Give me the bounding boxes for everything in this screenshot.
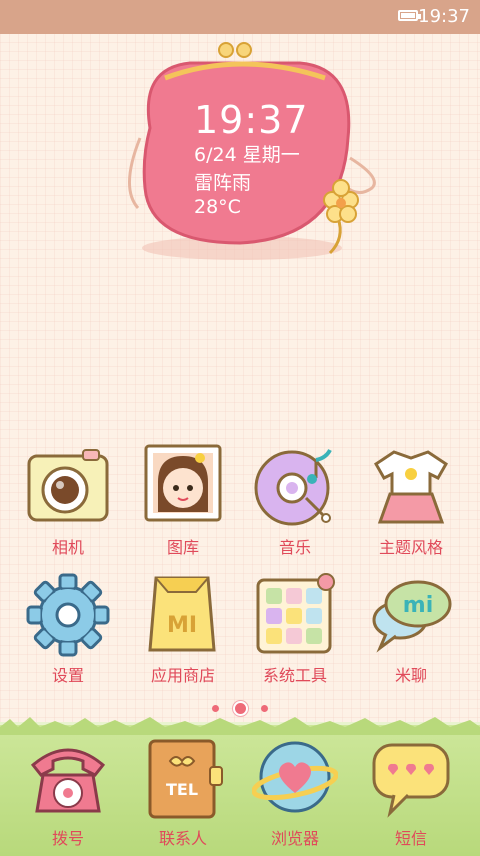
- dock-messages[interactable]: 短信: [356, 735, 466, 849]
- dock-label: 浏览器: [270, 829, 319, 848]
- system-tools-icon: [250, 570, 340, 660]
- browser-icon: [251, 735, 339, 821]
- page-indicator[interactable]: [0, 698, 480, 716]
- dock: 拨号 TEL 联系人 浏览器 短信: [0, 717, 480, 856]
- dock-browser[interactable]: 浏览器: [240, 735, 350, 849]
- page-dot[interactable]: [260, 705, 268, 712]
- clock-temperature: 28°C: [194, 196, 241, 218]
- app-miliao[interactable]: mi 米聊: [356, 570, 466, 686]
- app-label: 主题风格: [378, 538, 443, 557]
- app-store-bag-icon: MI: [138, 570, 228, 660]
- status-bar: 19:37: [0, 0, 480, 34]
- app-label: 设置: [51, 666, 84, 685]
- app-music[interactable]: 音乐: [240, 442, 350, 558]
- battery-icon: [398, 10, 421, 21]
- music-icon: [250, 442, 340, 532]
- page-dot-active[interactable]: [232, 701, 248, 716]
- dock-label: 联系人: [158, 829, 207, 848]
- app-label: 系统工具: [262, 666, 327, 685]
- app-label: 相机: [51, 538, 84, 557]
- gallery-icon: [138, 442, 228, 532]
- phone-icon: [25, 735, 111, 821]
- contacts-icon: TEL: [140, 735, 226, 821]
- store-logo-text: MI: [167, 613, 197, 638]
- dock-phone[interactable]: 拨号: [13, 735, 123, 849]
- camera-icon: [23, 442, 113, 532]
- app-label: 音乐: [278, 538, 311, 557]
- dock-label: 拨号: [51, 829, 84, 848]
- status-time: 19:37: [418, 6, 470, 27]
- app-system-tools[interactable]: 系统工具: [240, 570, 350, 686]
- dock-label: 短信: [394, 829, 427, 848]
- settings-gear-icon: [23, 570, 113, 660]
- app-label: 图库: [166, 538, 199, 557]
- miliao-chat-icon: mi: [366, 570, 456, 660]
- contacts-logo-text: TEL: [166, 780, 198, 799]
- app-gallery[interactable]: 图库: [128, 442, 238, 558]
- app-settings[interactable]: 设置: [13, 570, 123, 686]
- grass-decoration: [0, 717, 480, 735]
- miliao-logo-text: mi: [403, 593, 433, 618]
- theme-icon: [366, 442, 456, 532]
- dock-contacts[interactable]: TEL 联系人: [128, 735, 238, 849]
- messages-icon: [368, 735, 454, 821]
- app-label: 应用商店: [150, 666, 215, 685]
- app-camera[interactable]: 相机: [13, 442, 123, 558]
- clock-weather: 雷阵雨: [194, 172, 252, 194]
- clock-time: 19:37: [194, 98, 309, 142]
- app-store[interactable]: MI 应用商店: [128, 570, 238, 686]
- clock-date: 6/24 星期一: [194, 144, 300, 166]
- app-label: 米聊: [394, 666, 427, 685]
- app-theme[interactable]: 主题风格: [356, 442, 466, 558]
- page-dot[interactable]: [212, 705, 220, 712]
